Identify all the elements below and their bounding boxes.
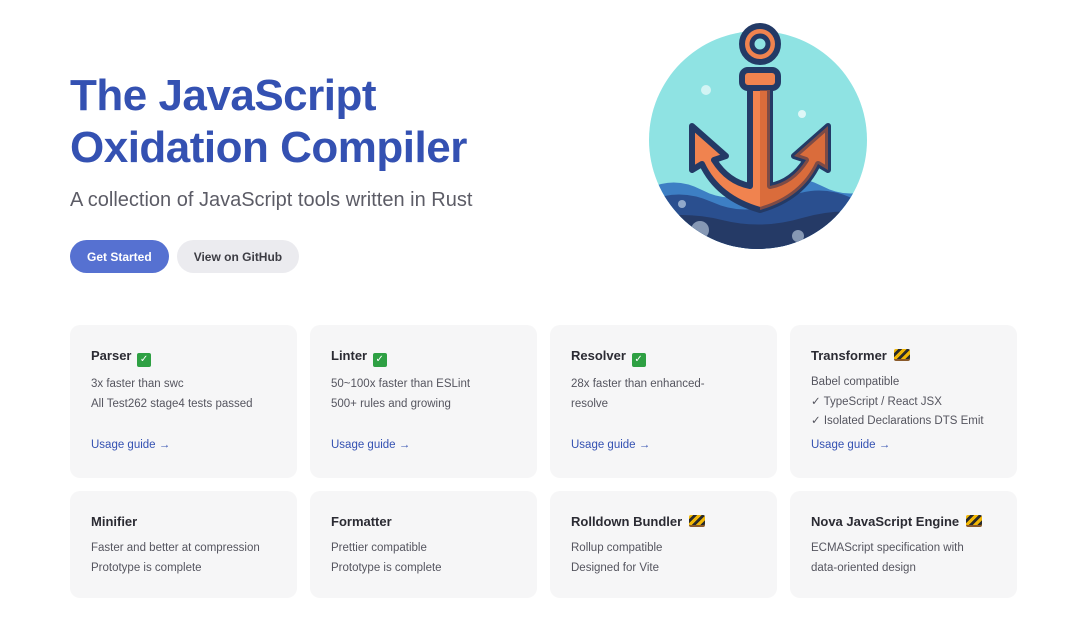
feature-detail: ✓ TypeScript / React JSX [811, 395, 942, 408]
hero-tagline: A collection of JavaScript tools written… [70, 189, 473, 211]
feature-card-resolver[interactable]: Resolver ✓ 28x faster than enhanced- res… [550, 325, 777, 478]
parser-usage-guide-link[interactable]: Usage guide → [91, 439, 170, 451]
feature-detail: 3x faster than swc [91, 378, 184, 390]
feature-grid: Parser ✓ 3x faster than swc All Test262 … [70, 325, 1017, 598]
feature-card-linter[interactable]: Linter ✓ 50~100x faster than ESLint 500+… [310, 325, 537, 478]
construction-icon [965, 515, 982, 527]
feature-card-parser[interactable]: Parser ✓ 3x faster than swc All Test262 … [70, 325, 297, 478]
construction-icon [688, 515, 705, 527]
feature-title: Linter [331, 348, 368, 363]
feature-card-transformer[interactable]: Transformer Babel compatible ✓ TypeScrip… [790, 325, 1017, 478]
feature-card-minifier[interactable]: Minifier Faster and better at compressio… [70, 491, 297, 598]
check-icon: ✓ [137, 353, 152, 367]
feature-detail: ✓ Isolated Declarations DTS Emit [811, 415, 984, 427]
hero-title: The JavaScript Oxidation Compiler [70, 70, 467, 174]
check-icon: ✓ [372, 353, 387, 367]
feature-detail: Faster and better at compression [91, 542, 260, 554]
feature-detail: Prototype is complete [331, 561, 442, 574]
home-page: The JavaScript Oxidation Compiler A coll… [0, 0, 1080, 618]
anchor-logo [642, 14, 874, 254]
feature-detail: Prototype is complete [91, 561, 202, 574]
feature-detail: Designed for Vite [571, 561, 660, 574]
feature-card-nova[interactable]: Nova JavaScript Engine ECMAScript specif… [790, 491, 1017, 598]
feature-detail: resolve [571, 397, 609, 410]
feature-title: Nova JavaScript Engine [811, 514, 960, 529]
feature-detail: data-oriented design [811, 561, 916, 574]
feature-detail: 500+ rules and growing [331, 397, 451, 410]
transformer-usage-guide-link[interactable]: Usage guide → [811, 439, 890, 451]
hero-title-line-2: Oxidation Compiler [70, 123, 467, 172]
feature-title: Formatter [331, 514, 392, 529]
view-on-github-button[interactable]: View on GitHub [176, 240, 300, 273]
feature-detail: Rollup compatible [571, 542, 663, 554]
check-icon: ✓ [631, 353, 646, 367]
feature-title: Resolver [571, 348, 626, 363]
feature-detail: All Test262 stage4 tests passed [91, 397, 253, 410]
linter-usage-guide-link[interactable]: Usage guide → [331, 439, 410, 451]
feature-title: Parser [91, 348, 132, 363]
feature-detail: 50~100x faster than ESLint [331, 378, 471, 390]
feature-card-formatter[interactable]: Formatter Prettier compatible Prototype … [310, 491, 537, 598]
feature-card-rolldown[interactable]: Rolldown Bundler Rollup compatible Desig… [550, 491, 777, 598]
hero-title-line-1: The JavaScript [70, 71, 377, 120]
feature-detail: 28x faster than enhanced- [571, 378, 705, 390]
construction-icon [893, 349, 910, 361]
feature-title: Minifier [91, 514, 138, 529]
get-started-button[interactable]: Get Started [70, 240, 169, 273]
anchor-icon [649, 23, 867, 249]
feature-title: Rolldown Bundler [571, 514, 683, 529]
feature-title: Transformer [811, 348, 887, 363]
feature-detail: Babel compatible [811, 376, 900, 388]
feature-detail: Prettier compatible [331, 542, 427, 554]
hero-actions: Get Started View on GitHub [70, 240, 300, 273]
feature-detail: ECMAScript specification with [811, 542, 964, 554]
resolver-usage-guide-link[interactable]: Usage guide → [571, 439, 650, 451]
